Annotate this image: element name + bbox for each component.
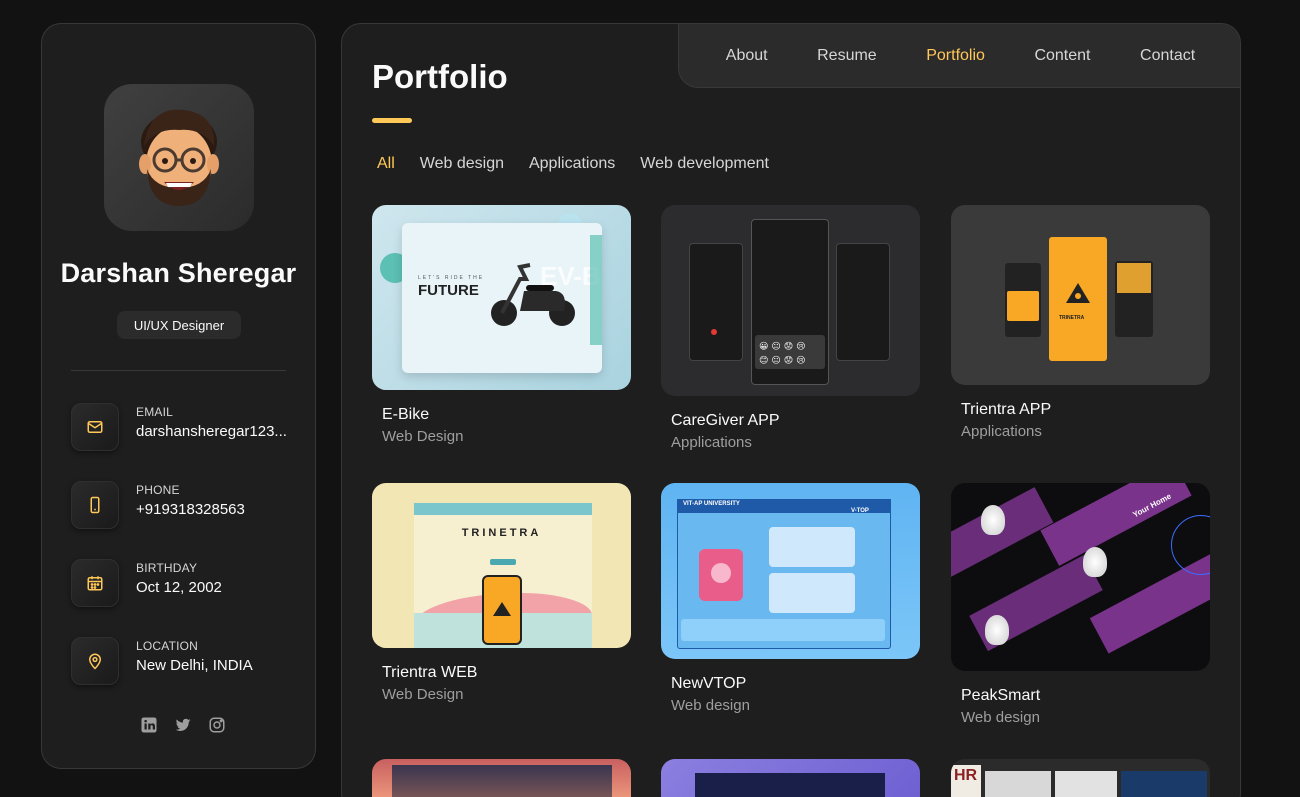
profile-name: Darshan Sheregar: [60, 258, 297, 288]
vtop-tag: V-TOP: [851, 508, 869, 514]
twitter-icon[interactable]: [174, 716, 192, 734]
project-thumbnail[interactable]: [661, 759, 920, 797]
project-category: Applications: [671, 434, 752, 451]
project-card-row3-3[interactable]: HR: [951, 759, 1210, 797]
email-label: EMAIL: [136, 405, 174, 419]
project-card-peaksmart[interactable]: Your Home PeakSmart Web design: [951, 483, 1210, 726]
project-category: Web design: [671, 697, 750, 714]
phone-icon: [71, 481, 119, 529]
phone-value[interactable]: +919318328563: [136, 501, 301, 518]
project-card-trientra-app[interactable]: TRINETRA Trientra APP Applications: [951, 205, 1210, 440]
location-value: New Delhi, INDIA: [136, 657, 253, 674]
vtop-header: VIT-AP UNIVERSITY: [683, 501, 740, 507]
main-panel: About Resume Portfolio Content Contact P…: [341, 23, 1241, 797]
contact-location: LOCATION New Delhi, INDIA: [71, 637, 301, 685]
project-thumbnail[interactable]: 😀😐😟😢 😊😐😟😢: [661, 205, 920, 396]
email-value[interactable]: darshansheregar123...: [136, 423, 301, 440]
project-thumbnail[interactable]: TRINETRA: [372, 483, 631, 648]
project-thumbnail[interactable]: VIT-AP UNIVERSITY V-TOP: [661, 483, 920, 659]
sidebar-separator: [71, 370, 286, 371]
project-title: CareGiver APP: [671, 412, 780, 429]
project-category: Web Design: [382, 428, 464, 445]
project-card-row3-2[interactable]: [661, 759, 920, 797]
trinetra-app-logo: TRINETRA: [1059, 315, 1085, 321]
filter-all[interactable]: All: [377, 155, 395, 173]
birthday-label: BIRTHDAY: [136, 561, 198, 575]
project-category: Web Design: [382, 686, 464, 703]
ebike-tag: LET'S RIDE THE: [418, 275, 485, 281]
location-label: LOCATION: [136, 639, 199, 653]
filter-web-design[interactable]: Web design: [420, 155, 504, 173]
phone-label: PHONE: [136, 483, 180, 497]
social-links: [140, 716, 226, 734]
page-title: Portfolio: [372, 58, 508, 95]
hr-logo: HR: [954, 767, 978, 784]
project-thumbnail[interactable]: [372, 759, 631, 797]
contact-phone: PHONE +919318328563: [71, 481, 301, 529]
role-badge: UI/UX Designer: [117, 311, 241, 339]
project-title: Trientra APP: [961, 401, 1052, 418]
linkedin-icon[interactable]: [140, 716, 158, 734]
project-thumbnail[interactable]: TRINETRA: [951, 205, 1210, 385]
top-navbar: About Resume Portfolio Content Contact: [678, 24, 1240, 88]
filter-applications[interactable]: Applications: [529, 155, 615, 173]
project-category: Applications: [961, 423, 1042, 440]
project-title: E-Bike: [382, 406, 430, 423]
project-thumbnail[interactable]: HR: [951, 759, 1210, 797]
nav-content[interactable]: Content: [1034, 47, 1090, 65]
trinetra-web-logo: TRINETRA: [461, 527, 542, 539]
location-icon: [71, 637, 119, 685]
nav-resume[interactable]: Resume: [817, 47, 877, 65]
nav-portfolio[interactable]: Portfolio: [926, 47, 985, 65]
project-card-ebike[interactable]: LET'S RIDE THE FUTURE EV-B E-Bike Web De…: [372, 205, 631, 445]
ebike-headline: FUTURE: [418, 282, 479, 299]
avatar: [104, 84, 254, 231]
mail-icon: [71, 403, 119, 451]
contact-email: EMAIL darshansheregar123...: [71, 403, 301, 451]
nav-contact[interactable]: Contact: [1140, 47, 1195, 65]
project-card-row3-1[interactable]: [372, 759, 631, 797]
project-card-caregiver[interactable]: 😀😐😟😢 😊😐😟😢 CareGiver APP Applications: [661, 205, 920, 451]
project-title: Trientra WEB: [382, 664, 478, 681]
filter-web-development[interactable]: Web development: [640, 155, 769, 173]
project-thumbnail[interactable]: LET'S RIDE THE FUTURE EV-B: [372, 205, 631, 390]
project-card-newvtop[interactable]: VIT-AP UNIVERSITY V-TOP NewVTOP Web desi…: [661, 483, 920, 714]
filter-list: All Web design Applications Web developm…: [377, 155, 769, 173]
instagram-icon[interactable]: [208, 716, 226, 734]
sidebar: Darshan Sheregar UI/UX Designer EMAIL da…: [41, 23, 316, 769]
birthday-value: Oct 12, 2002: [136, 579, 222, 596]
calendar-icon: [71, 559, 119, 607]
project-title: PeakSmart: [961, 687, 1041, 704]
contact-birthday: BIRTHDAY Oct 12, 2002: [71, 559, 301, 607]
title-underline: [372, 118, 412, 123]
project-title: NewVTOP: [671, 675, 747, 692]
nav-about[interactable]: About: [726, 47, 768, 65]
project-thumbnail[interactable]: Your Home: [951, 483, 1210, 671]
project-category: Web design: [961, 709, 1040, 726]
project-card-trientra-web[interactable]: TRINETRA Trientra WEB Web Design: [372, 483, 631, 703]
